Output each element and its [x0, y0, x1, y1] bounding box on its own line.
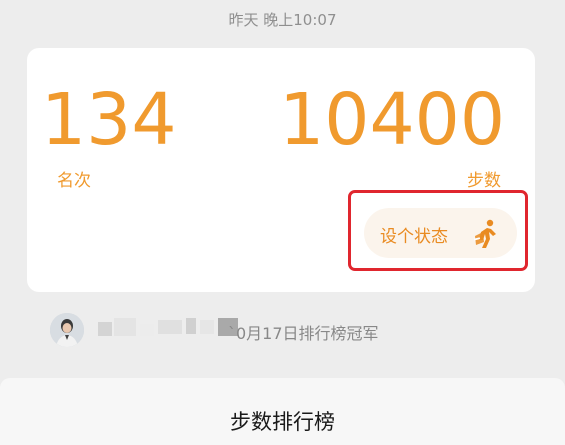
champion-text: `0月17日排行榜冠军: [228, 324, 379, 343]
bottom-sheet[interactable]: 步数排行榜: [0, 378, 565, 445]
timestamp: 昨天 晚上10:07: [228, 11, 337, 29]
champion-avatar[interactable]: [50, 313, 84, 347]
champion-row[interactable]: `0月17日排行榜冠军: [50, 313, 530, 349]
steps-label: 步数: [467, 171, 501, 191]
rank-value: 134: [41, 78, 177, 161]
rank-label: 名次: [57, 171, 91, 191]
steps-value: 10400: [279, 78, 505, 161]
step-detail-page: 昨天 晚上10:07 134 10400 名次 步数 设个状态 `0月17日排行…: [0, 0, 565, 445]
highlight-annotation: [348, 190, 528, 271]
sheet-title: 步数排行榜: [230, 410, 335, 434]
avatar-image: [50, 313, 84, 347]
